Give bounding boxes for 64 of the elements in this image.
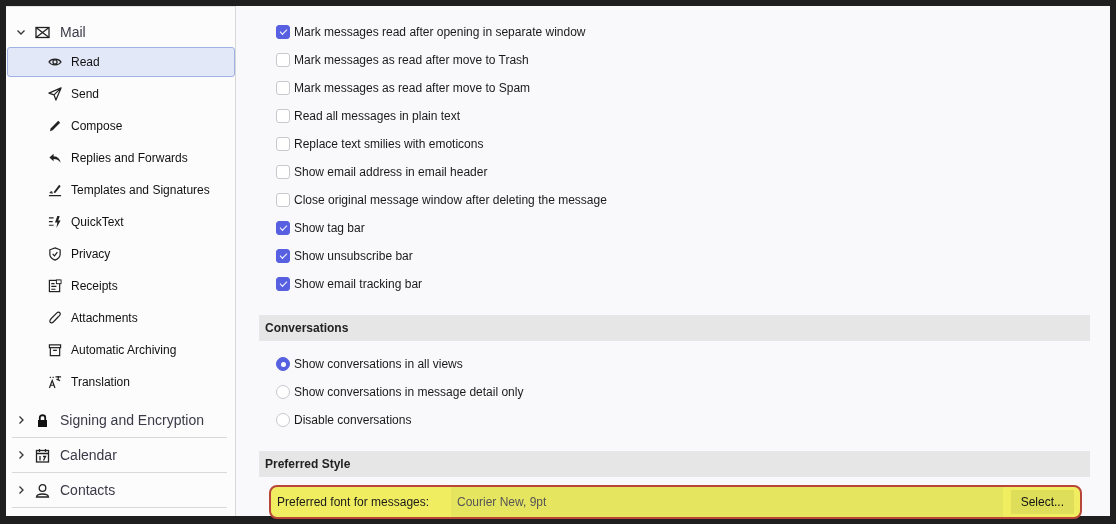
checkbox[interactable] [276,221,290,235]
select-button[interactable]: Select... [1010,490,1074,514]
paperclip-icon [48,311,62,325]
sidebar-item[interactable]: Send [7,79,235,109]
sidebar-item[interactable]: Privacy [7,239,235,269]
radio-button[interactable] [276,413,290,427]
shield-check-icon [48,247,62,261]
checkbox[interactable] [276,249,290,263]
checkbox-label[interactable]: Show unsubscribe bar [294,249,413,263]
archive-box-icon [48,343,62,357]
chevron-right-icon[interactable] [16,485,26,495]
sidebar-item[interactable]: Attachments [7,303,235,333]
reply-arrow-icon [48,151,62,165]
checkbox-label[interactable]: Close original message window after deleting the message [294,193,607,207]
checkbox[interactable] [276,277,290,291]
checkbox-label[interactable]: Mark messages as read after move to Spam [294,81,531,95]
checkbox-label[interactable]: Show email tracking bar [294,277,423,291]
checkbox-label[interactable]: Replace text smilies with emoticons [294,137,484,151]
sidebar-item[interactable]: Translation [7,367,235,397]
chevron-down-icon[interactable] [16,27,26,37]
checkbox[interactable] [276,137,290,151]
checkbox[interactable] [276,81,290,95]
translate-icon [48,375,62,389]
checkbox-label[interactable]: Mark messages as read after move to Trash [294,53,529,67]
calendar-icon [35,447,50,463]
paper-plane-icon [48,87,62,101]
text-lightning-icon [48,215,62,229]
checkbox-label[interactable]: Show email address in email header [294,165,488,179]
checkbox-label[interactable]: Show tag bar [294,221,365,235]
receipt-icon [48,279,62,293]
checkbox[interactable] [276,193,290,207]
envelope-icon [35,24,50,40]
pencil-icon [48,119,62,133]
sidebar-item[interactable]: Replies and Forwards [7,143,235,173]
radio-button[interactable] [276,357,290,371]
group-label[interactable]: Mail [60,24,86,40]
person-icon [35,482,50,498]
sidebar-item[interactable]: QuickText [7,207,235,237]
padlock-icon [35,412,50,428]
radio-label[interactable]: Show conversations in all views [294,357,463,371]
group-label[interactable]: Contacts [60,482,116,498]
radio-label[interactable]: Disable conversations [294,413,412,427]
sidebar-item[interactable]: Receipts [7,271,235,301]
checkbox-label[interactable]: Read all messages in plain text [294,109,461,123]
checkbox[interactable] [276,25,290,39]
sidebar-item[interactable]: Templates and Signatures [7,175,235,205]
group-label[interactable]: Calendar [60,447,117,463]
group-label[interactable]: Signing and Encryption [60,412,204,428]
section-header: Conversations [259,315,1090,341]
field-label: Preferred font for messages: [277,495,431,509]
chevron-right-icon[interactable] [16,450,26,460]
font-field[interactable]: Courier New, 9pt [451,487,1003,517]
checkbox-label[interactable]: Mark messages read after opening in separate window [294,25,586,39]
signature-pen-icon [48,183,62,197]
sidebar-item[interactable]: Read [7,47,235,77]
sidebar-item[interactable]: Compose [7,111,235,141]
checkbox[interactable] [276,109,290,123]
checkbox[interactable] [276,165,290,179]
checkbox[interactable] [276,53,290,67]
section-header: Preferred Style [259,451,1090,477]
sidebar-item[interactable]: Automatic Archiving [7,335,235,365]
radio-label[interactable]: Show conversations in message detail only [294,385,524,399]
radio-button[interactable] [276,385,290,399]
chevron-right-icon[interactable] [16,415,26,425]
